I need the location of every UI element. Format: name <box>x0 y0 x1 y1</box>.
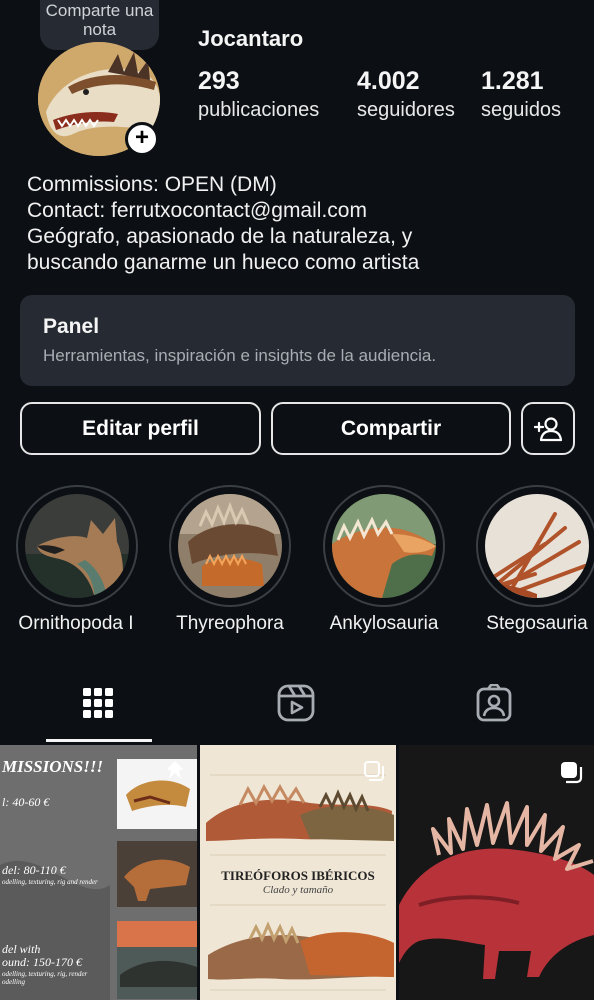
posts-count: 293 <box>198 67 240 95</box>
followers-label: seguidores <box>357 99 455 121</box>
professional-dashboard[interactable]: Panel Herramientas, inspiración e insigh… <box>20 295 575 386</box>
post-text: odelling <box>2 978 25 986</box>
add-person-icon <box>534 417 562 442</box>
bio: Commissions: OPEN (DM) Contact: ferrutxo… <box>27 172 419 276</box>
highlight-cover <box>485 494 589 598</box>
active-tab-indicator <box>46 739 152 742</box>
posts-stat[interactable]: 293 publicaciones <box>198 67 319 125</box>
post-text: Clado y tamaño <box>262 884 334 896</box>
following-label: seguidos <box>481 99 562 121</box>
bio-line: Commissions: OPEN (DM) <box>27 173 277 196</box>
panel-subtitle: Herramientas, inspiración e insights de … <box>43 346 437 365</box>
posts-label: publicaciones <box>198 99 320 121</box>
post-text: odelling, texturing, rig and render <box>2 878 98 886</box>
highlight-cover <box>25 494 129 598</box>
carousel-icon <box>561 762 583 784</box>
followers-count: 4.002 <box>357 67 420 95</box>
highlight-cover <box>178 494 282 598</box>
post-text: TIREÓFOROS IBÉRICOS <box>221 868 375 883</box>
following-count: 1.281 <box>481 67 544 95</box>
edit-profile-button[interactable]: Editar perfil <box>20 402 261 455</box>
pin-icon <box>167 761 183 779</box>
following-stat[interactable]: 1.281 seguidos <box>481 67 561 125</box>
post-text: odelling, texturing, rig, render <box>2 970 88 978</box>
post-text: ound: 150-170 € <box>2 955 82 969</box>
highlight-item[interactable]: Ankylosauria <box>323 485 445 635</box>
bio-line: Geógrafo, apasionado de la naturaleza, y <box>27 225 413 248</box>
grid-icon <box>83 688 113 718</box>
username: Jocantaro <box>198 26 304 51</box>
post-text: l: 40-60 € <box>2 795 50 809</box>
bio-line[interactable]: Contact: ferrutxocontact@gmail.com <box>27 198 419 224</box>
grid-post[interactable]: MISSIONS!!! l: 40-60 € del: 80-110 € ode… <box>0 745 197 1000</box>
bio-line: buscando ganarme un hueco como artista <box>27 251 420 274</box>
highlight-cover <box>332 494 436 598</box>
followers-stat[interactable]: 4.002 seguidores <box>357 67 455 125</box>
highlight-label: Thyreophora <box>176 613 284 634</box>
post-text: del: 80-110 € <box>2 863 66 877</box>
note-bubble-text: Comparte una nota <box>45 1 154 39</box>
post-text: MISSIONS!!! <box>2 757 104 776</box>
add-story-button[interactable]: + <box>125 122 159 156</box>
tab-posts-grid[interactable] <box>0 660 198 740</box>
tab-tagged[interactable] <box>396 660 594 740</box>
highlight-label: Ankylosauria <box>329 613 439 634</box>
tagged-icon <box>476 684 512 722</box>
carousel-icon <box>364 761 384 781</box>
highlight-item[interactable]: Ornithopoda I <box>16 485 138 635</box>
highlight-label: Ornithopoda I <box>18 613 134 634</box>
tab-reels[interactable] <box>198 660 396 740</box>
highlight-item[interactable]: Stegosauria <box>476 485 594 635</box>
grid-post[interactable]: TIREÓFOROS IBÉRICOS Clado y tamaño <box>200 745 396 1000</box>
discover-people-button[interactable] <box>521 402 575 455</box>
share-profile-button[interactable]: Compartir <box>271 402 511 455</box>
grid-post[interactable] <box>399 745 594 1000</box>
panel-title: Panel <box>43 315 100 338</box>
reels-icon <box>277 684 315 722</box>
highlight-item[interactable]: Thyreophora <box>169 485 291 635</box>
highlight-label: Stegosauria <box>486 613 588 634</box>
